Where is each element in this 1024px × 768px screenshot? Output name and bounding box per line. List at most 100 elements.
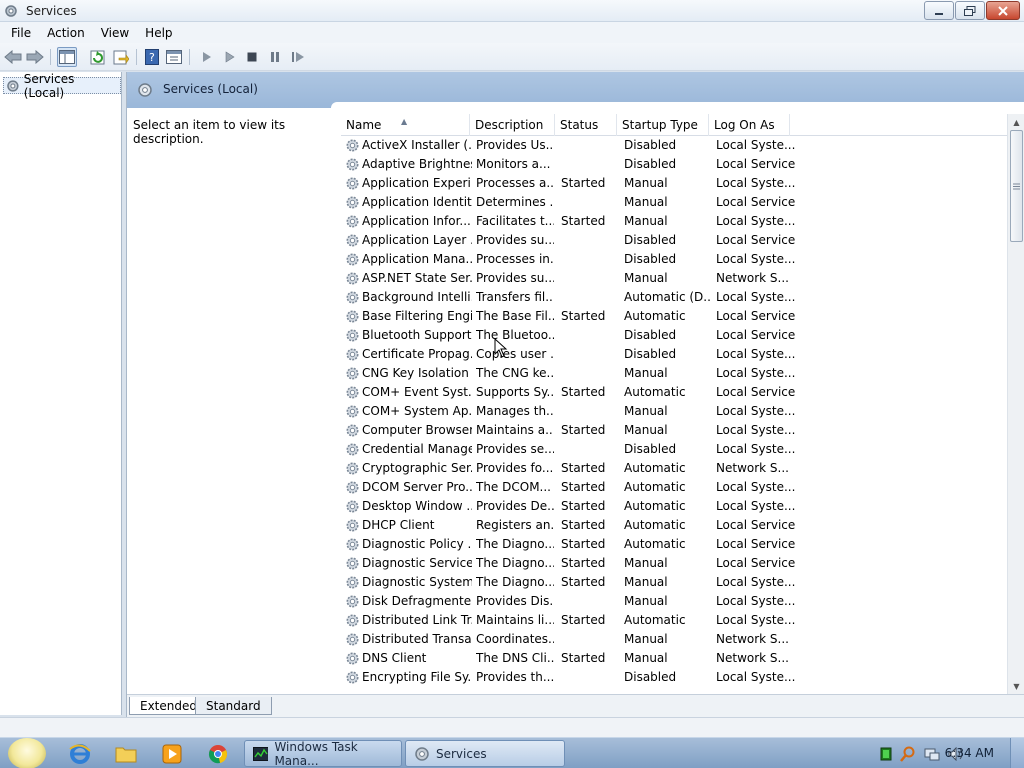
table-row[interactable]: DHCP Client Registers an... Started Automat… xyxy=(341,516,1009,535)
taskbar-services[interactable]: Services xyxy=(405,740,565,767)
taskbar-chrome[interactable] xyxy=(198,741,238,766)
taskbar-task-manager[interactable]: Windows Task Mana... xyxy=(244,740,402,768)
tray-item-performance[interactable] xyxy=(880,747,892,761)
service-status: Started xyxy=(561,537,606,551)
properties-button[interactable] xyxy=(164,47,184,67)
start-service-alt-button[interactable] xyxy=(220,47,240,67)
table-row[interactable]: Encrypting File Sy... Provides th... Disab… xyxy=(341,668,1009,687)
service-name: ActiveX Installer (... xyxy=(362,138,472,152)
service-description: Determines ... xyxy=(476,195,554,209)
service-startup-type: Disabled xyxy=(624,138,677,152)
stop-service-button[interactable] xyxy=(242,47,262,67)
scroll-up-arrow[interactable]: ▲ xyxy=(1008,114,1024,130)
table-row[interactable]: ASP.NET State Ser... Provides su... Manual… xyxy=(341,269,1009,288)
service-description: Supports Sy... xyxy=(476,385,554,399)
help-button[interactable]: ? xyxy=(142,47,162,67)
forward-button[interactable] xyxy=(25,47,45,67)
start-button[interactable] xyxy=(8,738,46,768)
service-startup-type: Automatic xyxy=(624,309,686,323)
service-log-on-as: Network S... xyxy=(716,271,789,285)
service-gear-icon xyxy=(346,253,359,266)
table-row[interactable]: Credential Manager Provides se... Disabled… xyxy=(341,440,1009,459)
restore-button[interactable] xyxy=(955,1,985,20)
service-icon-cell xyxy=(345,611,361,630)
table-row[interactable]: Adaptive Brightness Monitors a... Disabled… xyxy=(341,155,1009,174)
table-row[interactable]: Background Intelli... Transfers fil... Aut… xyxy=(341,288,1009,307)
forward-arrow-icon xyxy=(26,50,44,64)
tab-standard[interactable]: Standard xyxy=(195,697,272,715)
taskbar-media-player[interactable] xyxy=(152,741,192,766)
table-row[interactable]: Application Mana... Processes in... Disabl… xyxy=(341,250,1009,269)
taskbar-internet-explorer[interactable] xyxy=(60,741,100,766)
table-row[interactable]: Distributed Link Tr... Maintains li... Sta… xyxy=(341,611,1009,630)
table-row[interactable]: Distributed Transa... Coordinates... Manua… xyxy=(341,630,1009,649)
service-startup-type: Manual xyxy=(624,651,668,665)
service-status: Started xyxy=(561,309,606,323)
close-button[interactable] xyxy=(986,1,1020,20)
table-row[interactable]: DNS Client The DNS Cli... Started Manual Net… xyxy=(341,649,1009,668)
table-row[interactable]: DCOM Server Pro... The DCOM... Started Auto… xyxy=(341,478,1009,497)
table-row[interactable]: Desktop Window ... Provides De... Started A… xyxy=(341,497,1009,516)
service-startup-type: Disabled xyxy=(624,157,677,171)
show-desktop-button[interactable] xyxy=(1010,738,1024,768)
column-header-description[interactable]: Description xyxy=(470,114,555,136)
pause-service-button[interactable] xyxy=(265,47,285,67)
table-row[interactable]: Application Experi... Processes a... Start… xyxy=(341,174,1009,193)
table-row[interactable]: Diagnostic Policy ... The Diagno... Starte… xyxy=(341,535,1009,554)
table-row[interactable]: Computer Browser Maintains a... Started Man… xyxy=(341,421,1009,440)
service-log-on-as: Local Syste... xyxy=(716,594,796,608)
show-hide-console-tree-button[interactable] xyxy=(57,47,77,67)
service-name: Base Filtering Engi... xyxy=(362,309,472,323)
table-row[interactable]: Diagnostic System... The Diagno... Started… xyxy=(341,573,1009,592)
service-description: The DNS Cli... xyxy=(476,651,554,665)
service-startup-type: Manual xyxy=(624,271,668,285)
tree-item-services-local[interactable]: Services (Local) xyxy=(3,72,121,100)
table-row[interactable]: Base Filtering Engi... The Base Fil... Sta… xyxy=(341,307,1009,326)
tray-item-search[interactable] xyxy=(900,746,916,762)
minimize-button[interactable] xyxy=(924,1,954,20)
help-icon: ? xyxy=(145,49,159,65)
service-status: Started xyxy=(561,575,606,589)
tray-item-network[interactable] xyxy=(924,746,940,762)
table-row[interactable]: Certificate Propag... Copies user ... Disa… xyxy=(341,345,1009,364)
refresh-button[interactable] xyxy=(88,47,108,67)
table-row[interactable]: Application Infor... Facilitates t... Star… xyxy=(341,212,1009,231)
table-row[interactable]: Disk Defragmenter Provides Dis... Manual Lo… xyxy=(341,592,1009,611)
column-header-log-on-as[interactable]: Log On As xyxy=(709,114,790,136)
menu-action[interactable]: Action xyxy=(39,24,93,42)
scroll-thumb[interactable] xyxy=(1010,130,1023,242)
scroll-down-arrow[interactable]: ▼ xyxy=(1008,678,1024,694)
export-list-button[interactable] xyxy=(111,47,131,67)
service-rows: ActiveX Installer (... Provides Us... Disa… xyxy=(341,136,1009,687)
restart-service-button[interactable] xyxy=(288,47,308,67)
column-header-status[interactable]: Status xyxy=(555,114,617,136)
service-gear-icon xyxy=(346,557,359,570)
service-icon-cell xyxy=(345,136,361,155)
table-row[interactable]: Diagnostic Service... The Diagno... Starte… xyxy=(341,554,1009,573)
minimize-icon xyxy=(935,12,943,15)
service-name: CNG Key Isolation xyxy=(362,366,469,380)
menu-view[interactable]: View xyxy=(93,24,137,42)
table-row[interactable]: Application Identity Determines ... Manual… xyxy=(341,193,1009,212)
service-startup-type: Automatic (D... xyxy=(624,290,712,304)
column-header-startup-type[interactable]: Startup Type xyxy=(617,114,709,136)
table-row[interactable]: ActiveX Installer (... Provides Us... Disa… xyxy=(341,136,1009,155)
table-row[interactable]: Cryptographic Ser... Provides fo... Starte… xyxy=(341,459,1009,478)
service-log-on-as: Local Service xyxy=(716,157,796,171)
column-header-name[interactable]: Name ▲ xyxy=(341,114,470,136)
table-row[interactable]: CNG Key Isolation The CNG ke... Manual Loca… xyxy=(341,364,1009,383)
back-button[interactable] xyxy=(3,47,23,67)
table-row[interactable]: COM+ Event Syst... Supports Sy... Started A… xyxy=(341,383,1009,402)
table-row[interactable]: Application Layer ... Provides su... Disab… xyxy=(341,231,1009,250)
menu-file[interactable]: File xyxy=(3,24,39,42)
table-row[interactable]: COM+ System Ap... Manages th... Manual Loca… xyxy=(341,402,1009,421)
menu-help[interactable]: Help xyxy=(137,24,180,42)
vertical-scrollbar[interactable]: ▲ ▼ xyxy=(1007,114,1024,694)
table-row[interactable]: Bluetooth Support... The Bluetoo... Disabl… xyxy=(341,326,1009,345)
taskbar-clock[interactable]: 6:34 AM xyxy=(945,746,994,760)
performance-icon xyxy=(880,747,892,761)
folder-icon xyxy=(115,747,137,762)
service-status xyxy=(561,136,617,155)
start-service-button[interactable] xyxy=(197,47,217,67)
taskbar-explorer[interactable] xyxy=(106,741,146,766)
